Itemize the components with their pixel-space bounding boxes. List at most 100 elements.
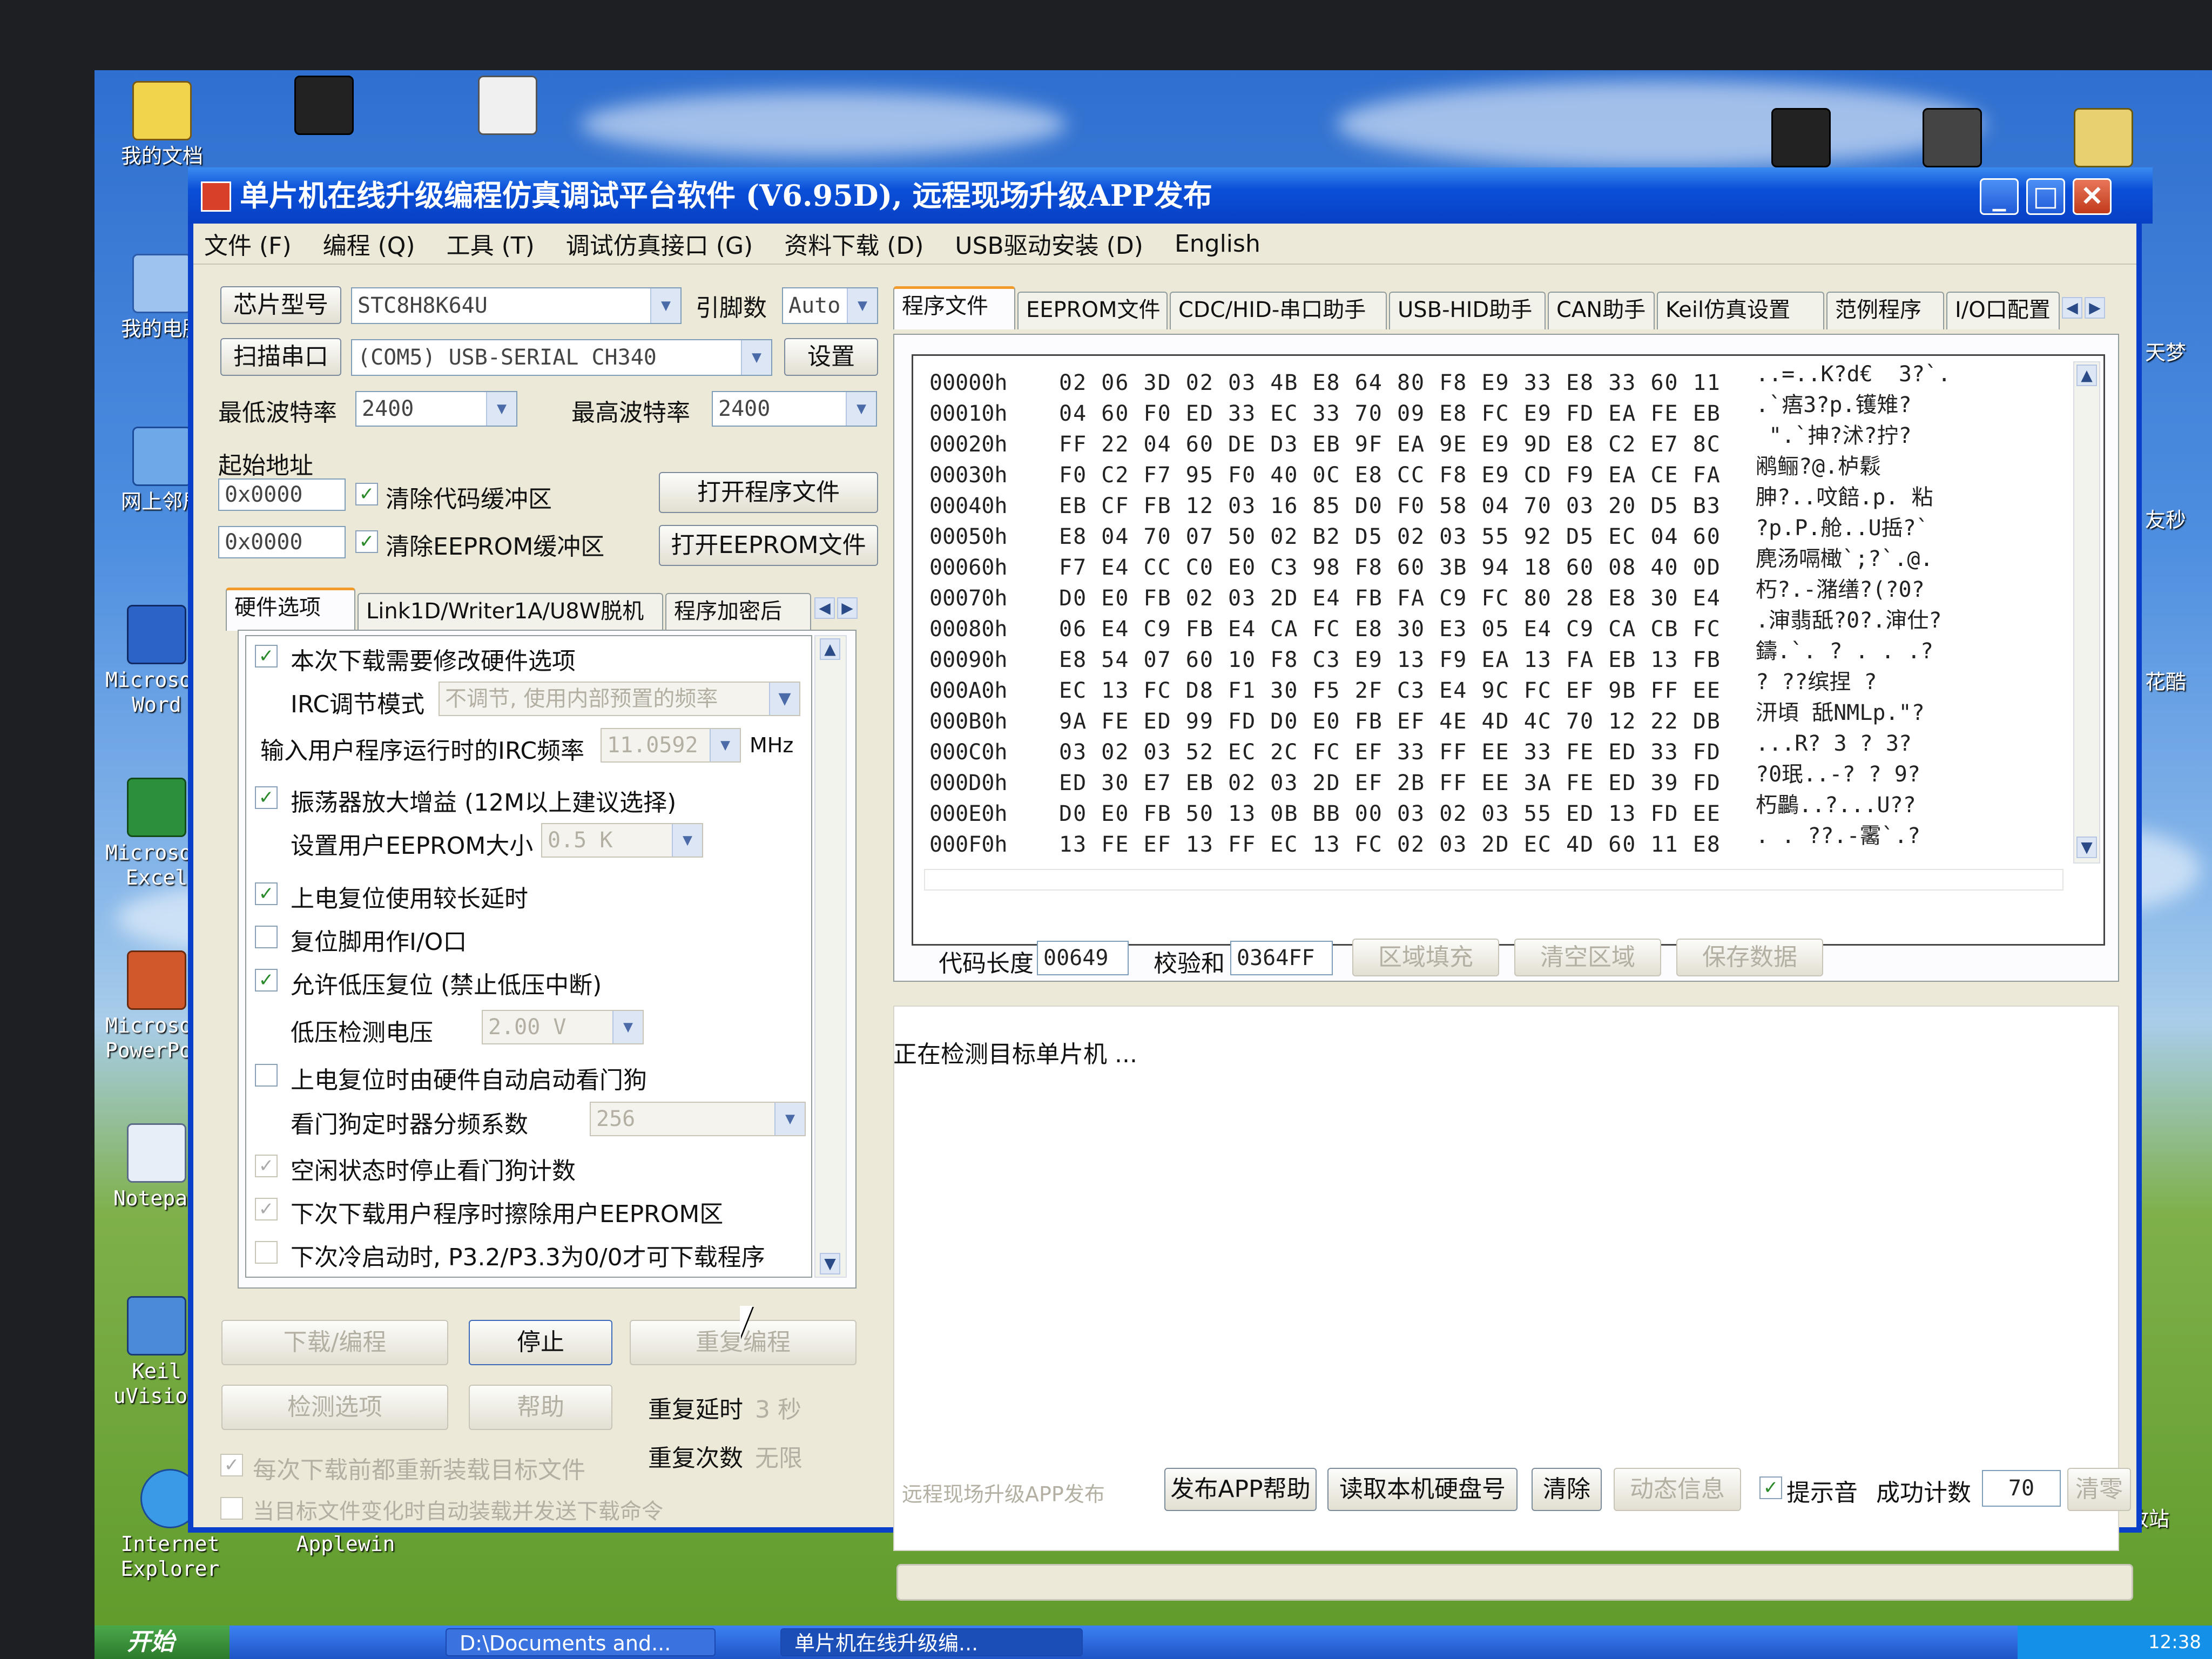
option-modify-hardware-checkbox[interactable]: ✓	[255, 645, 278, 667]
scroll-down-icon[interactable]: ▼	[820, 1253, 840, 1274]
chevron-down-icon: ▼	[847, 288, 877, 323]
chip-type-button[interactable]: 芯片型号	[220, 286, 341, 324]
tab-io-config[interactable]: I/O口配置	[1946, 292, 2060, 329]
auto-send-on-change-checkbox[interactable]	[220, 1497, 243, 1520]
tab-serial-assistant[interactable]: CDC/HID-串口助手	[1170, 292, 1387, 329]
hex-row: 00040h EB CF FB 12 03 16 85 D0 F0 58 04 7…	[929, 485, 1933, 518]
tab-encryption[interactable]: 程序加密后	[665, 593, 811, 631]
menu-tools[interactable]: 工具 (T)	[447, 226, 535, 261]
option-oscillator-gain-checkbox[interactable]: ✓	[255, 786, 278, 809]
desktop-icon-document[interactable]	[475, 76, 540, 138]
option-low-voltage-reset-checkbox[interactable]: ✓	[255, 969, 278, 992]
help-button[interactable]: 帮助	[469, 1385, 612, 1430]
hex-hscrollbar[interactable]	[924, 869, 2063, 891]
pin-count-select[interactable]: Auto ▼	[782, 287, 878, 324]
menu-english[interactable]: English	[1175, 230, 1260, 258]
desktop-icon-player[interactable]	[1761, 108, 1842, 171]
open-eeprom-file-button[interactable]: 打开EEPROM文件	[659, 525, 878, 566]
repeat-count-value[interactable]: 无限	[755, 1439, 802, 1473]
tab-hardware-options[interactable]: 硬件选项	[226, 588, 355, 631]
start-button[interactable]: 开始	[95, 1626, 230, 1659]
menu-downloads[interactable]: 资料下载 (D)	[784, 226, 923, 261]
hex-scroll-up-icon[interactable]: ▲	[2076, 365, 2097, 386]
minimize-button[interactable]: _	[1980, 178, 2019, 215]
beep-checkbox[interactable]: ✓	[1759, 1476, 1782, 1499]
tab-eeprom-file[interactable]: EEPROM文件	[1017, 292, 1168, 329]
menu-program[interactable]: 编程 (Q)	[323, 226, 415, 261]
fill-area-button[interactable]: 区域填充	[1352, 939, 1499, 976]
publish-app-help-button[interactable]: 发布APP帮助	[1164, 1468, 1317, 1511]
serial-port-select[interactable]: (COM5) USB-SERIAL CH340 ▼	[351, 339, 772, 376]
option-erase-eeprom-checkbox[interactable]: ✓	[255, 1198, 278, 1220]
clear-area-button[interactable]: 清空区域	[1514, 939, 1661, 976]
tab-can-assistant[interactable]: CAN助手	[1548, 292, 1655, 329]
chip-type-select[interactable]: STC8H8K64U ▼	[351, 287, 682, 324]
eeprom-start-address-input[interactable]: 0x0000	[218, 526, 346, 558]
tool-icon	[1923, 108, 1982, 167]
option-idle-stop-watchdog-checkbox[interactable]: ✓	[255, 1155, 278, 1177]
irc-mode-label: IRC调节模式	[291, 691, 425, 718]
hex-scrollbar[interactable]	[2073, 361, 2100, 864]
save-data-button[interactable]: 保存数据	[1676, 939, 1823, 976]
title-bar[interactable]: 单片机在线升级编程仿真调试平台软件 (V6.95D), 远程现场升级APP发布 …	[188, 167, 2153, 224]
clear-eeprom-buffer-checkbox[interactable]: ✓	[355, 530, 378, 553]
scan-port-button[interactable]: 扫描串口	[220, 338, 341, 376]
hex-viewer[interactable]: ▲ ▼ 00000h 02 06 3D 02 03 4B E8 64 80 F8 …	[912, 354, 2105, 946]
tab-keil-simulation[interactable]: Keil仿真设置	[1657, 292, 1824, 329]
taskbar-item-stc-isp[interactable]: 单片机在线升级编...	[780, 1628, 1083, 1656]
tab-program-file[interactable]: 程序文件	[893, 286, 1015, 329]
hex-row: 000C0h 03 02 03 52 EC 2C FC EF 33 FF EE 3…	[929, 731, 1912, 765]
desktop-icon-chip[interactable]	[292, 76, 356, 138]
tab-scroll-right-icon[interactable]: ▶	[837, 597, 858, 619]
option-cold-start-p32-checkbox[interactable]	[255, 1241, 278, 1264]
dynamic-info-button[interactable]: 动态信息	[1614, 1468, 1741, 1511]
port-settings-button[interactable]: 设置	[784, 338, 878, 376]
reload-before-download-checkbox[interactable]: ✓	[220, 1454, 243, 1476]
open-program-file-button[interactable]: 打开程序文件	[659, 472, 878, 513]
close-button[interactable]: ✕	[2073, 178, 2112, 215]
hex-scroll-down-icon[interactable]: ▼	[2076, 837, 2097, 858]
desktop-icon-tool[interactable]	[1912, 108, 1993, 171]
powerpoint-icon	[127, 950, 186, 1010]
tab-offline-writer[interactable]: Link1D/Writer1A/U8W脱机	[358, 593, 663, 631]
stop-button[interactable]: 停止	[469, 1320, 612, 1365]
irc-mode-select[interactable]: 不调节, 使用内部预置的频率 ▼	[439, 682, 800, 716]
max-baud-select[interactable]: 2400 ▼	[712, 391, 877, 427]
option-reset-pin-io-checkbox[interactable]	[255, 926, 278, 948]
checksum-value: 0364FF	[1230, 941, 1333, 975]
tab-scroll-right-icon[interactable]: ▶	[2085, 297, 2105, 319]
menu-usb-driver[interactable]: USB驱动安装 (D)	[955, 226, 1143, 261]
document-icon	[478, 76, 537, 135]
hex-row: 000E0h D0 E0 FB 50 13 0B BB 00 03 02 03 5…	[929, 793, 1916, 826]
code-start-address-input[interactable]: 0x0000	[218, 478, 346, 511]
eeprom-size-select[interactable]: 0.5 K ▼	[541, 823, 703, 858]
clear-log-button[interactable]: 清除	[1532, 1468, 1602, 1511]
maximize-button[interactable]: □	[2026, 178, 2065, 215]
irc-frequency-select[interactable]: 11.0592 ▼	[601, 728, 741, 763]
options-scrollbar[interactable]	[814, 635, 847, 1278]
scroll-up-icon[interactable]: ▲	[820, 638, 840, 660]
download-program-button[interactable]: 下载/编程	[221, 1320, 448, 1365]
low-voltage-threshold-select[interactable]: 2.00 V ▼	[482, 1010, 644, 1044]
tab-examples[interactable]: 范例程序	[1826, 292, 1944, 329]
hex-row: 000B0h 9A FE ED 99 FD D0 E0 FB EF 4E 4D 4…	[929, 700, 1925, 734]
clear-code-buffer-checkbox[interactable]: ✓	[355, 483, 378, 505]
menu-file[interactable]: 文件 (F)	[204, 226, 292, 261]
tab-scroll-left-icon[interactable]: ◀	[814, 597, 835, 619]
watchdog-prescaler-select[interactable]: 256 ▼	[590, 1102, 806, 1136]
tab-usb-hid-assistant[interactable]: USB-HID助手	[1389, 292, 1546, 329]
check-options-button[interactable]: 检测选项	[221, 1385, 448, 1430]
desktop-icon-game[interactable]	[2063, 108, 2144, 171]
hardware-options-panel: ▲ ▼ ✓ 本次下载需要修改硬件选项 IRC调节模式 不调节, 使用内部预置的频…	[238, 630, 857, 1289]
game-icon	[2074, 108, 2133, 167]
reset-count-button[interactable]: 清零	[2067, 1468, 2131, 1511]
taskbar-item-explorer[interactable]: D:\Documents and...	[446, 1628, 716, 1656]
option-long-reset-delay-checkbox[interactable]: ✓	[255, 882, 278, 905]
read-disk-id-button[interactable]: 读取本机硬盘号	[1327, 1468, 1518, 1511]
desktop-icon-my-documents[interactable]: 我的文档	[111, 81, 213, 168]
tab-scroll-left-icon[interactable]: ◀	[2062, 297, 2082, 319]
min-baud-select[interactable]: 2400 ▼	[355, 391, 517, 427]
menu-debug-interface[interactable]: 调试仿真接口 (G)	[566, 226, 753, 261]
repeat-delay-value[interactable]: 3 秒	[755, 1390, 801, 1425]
option-watchdog-autostart-checkbox[interactable]	[255, 1064, 278, 1087]
